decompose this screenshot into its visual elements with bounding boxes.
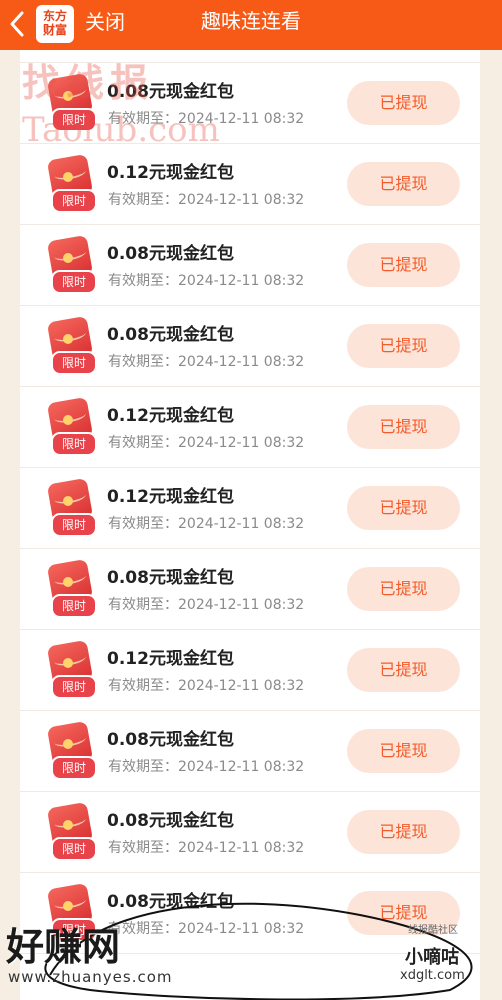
envelope-coin [63, 577, 73, 587]
limited-time-tag: 限时 [51, 756, 97, 780]
envelope-coin [63, 901, 73, 911]
envelope-coin [63, 334, 73, 344]
reward-amount: 0.12元现金红包 [107, 487, 234, 507]
red-envelope-icon: 限时 [46, 882, 97, 942]
withdrawn-button[interactable]: 已提现 [347, 486, 460, 530]
reward-amount: 0.08元现金红包 [107, 892, 234, 912]
envelope-coin [63, 172, 73, 182]
top-bar: 东方 财富 关闭 趣味连连看 [0, 0, 502, 50]
withdrawn-button[interactable]: 已提现 [347, 81, 460, 125]
red-envelope-icon: 限时 [46, 639, 97, 699]
reward-amount: 0.08元现金红包 [107, 811, 234, 831]
reward-row: 限时 0.08元现金红包有效期至：2024-12-11 08:32 已提现 [20, 306, 480, 387]
reward-amount: 0.08元现金红包 [107, 244, 234, 264]
reward-amount: 0.08元现金红包 [107, 568, 234, 588]
reward-row: 限时 0.08元现金红包有效期至：2024-12-11 08:32 已提现 [20, 225, 480, 306]
reward-row: 限时 0.12元现金红包有效期至：2024-12-11 08:32 已提现 [20, 468, 480, 549]
reward-amount: 0.08元现金红包 [107, 730, 234, 750]
limited-time-tag: 限时 [51, 837, 97, 861]
envelope-coin [63, 91, 73, 101]
limited-time-tag: 限时 [51, 189, 97, 213]
withdrawn-button[interactable]: 已提现 [347, 810, 460, 854]
reward-expiry: 有效期至：2024-12-11 08:32 [108, 840, 305, 856]
withdrawn-button[interactable]: 已提现 [347, 729, 460, 773]
red-envelope-icon: 限时 [46, 234, 97, 294]
withdrawn-button[interactable]: 已提现 [347, 405, 460, 449]
red-envelope-icon: 限时 [46, 396, 97, 456]
envelope-coin [63, 739, 73, 749]
reward-expiry: 有效期至：2024-12-11 08:32 [108, 273, 305, 289]
reward-amount: 0.08元现金红包 [107, 325, 234, 345]
limited-time-tag: 限时 [51, 351, 97, 375]
envelope-coin [63, 496, 73, 506]
limited-time-tag: 限时 [51, 513, 97, 537]
reward-expiry: 有效期至：2024-12-11 08:32 [108, 921, 305, 937]
reward-row: 限时 0.08元现金红包有效期至：2024-12-11 08:32 已提现 [20, 549, 480, 630]
withdrawn-button[interactable]: 已提现 [347, 567, 460, 611]
red-envelope-icon: 限时 [46, 558, 97, 618]
red-envelope-icon: 限时 [46, 153, 97, 213]
reward-expiry: 有效期至：2024-12-11 08:32 [108, 678, 305, 694]
reward-amount: 0.08元现金红包 [107, 82, 234, 102]
reward-amount: 0.12元现金红包 [107, 406, 234, 426]
envelope-coin [63, 415, 73, 425]
red-envelope-icon: 限时 [46, 801, 97, 861]
red-envelope-icon: 限时 [46, 315, 97, 375]
reward-expiry: 有效期至：2024-12-11 08:32 [108, 435, 305, 451]
reward-expiry: 有效期至：2024-12-11 08:32 [108, 354, 305, 370]
reward-row: 限时 0.08元现金红包有效期至：2024-12-11 08:32 已提现 [20, 873, 480, 954]
withdrawn-button[interactable]: 已提现 [347, 243, 460, 287]
red-envelope-icon: 限时 [46, 720, 97, 780]
reward-row: 限时 0.12元现金红包有效期至：2024-12-11 08:32 已提现 [20, 144, 480, 225]
reward-expiry: 有效期至：2024-12-11 08:32 [108, 192, 305, 208]
envelope-coin [63, 658, 73, 668]
reward-expiry: 有效期至：2024-12-11 08:32 [108, 759, 305, 775]
envelope-coin [63, 820, 73, 830]
reward-row: 限时 0.12元现金红包有效期至：2024-12-11 08:32 已提现 [20, 630, 480, 711]
reward-row: 限时 0.12元现金红包有效期至：2024-12-11 08:32 已提现 [20, 387, 480, 468]
red-envelope-icon: 限时 [46, 477, 97, 537]
reward-row: 限时 0.08元现金红包有效期至：2024-12-11 08:32 已提现 [20, 63, 480, 144]
limited-time-tag: 限时 [51, 108, 97, 132]
reward-row: 限时 0.08元现金红包有效期至：2024-12-11 08:32 已提现 [20, 711, 480, 792]
reward-expiry: 有效期至：2024-12-11 08:32 [108, 111, 305, 127]
limited-time-tag: 限时 [51, 675, 97, 699]
withdrawn-button[interactable]: 已提现 [347, 324, 460, 368]
reward-list-card: 限时有效期至：2024-12-11 08:32已提现限时0.08元现金红包有效期… [20, 0, 480, 1000]
envelope-coin [63, 253, 73, 263]
reward-amount: 0.12元现金红包 [107, 649, 234, 669]
withdrawn-button[interactable]: 已提现 [347, 891, 460, 935]
limited-time-tag: 限时 [51, 918, 97, 942]
red-envelope-icon: 限时 [46, 72, 97, 132]
app-root: 东方 财富 关闭 趣味连连看 限时有效期至：2024-12-11 08:32已提… [0, 0, 502, 1000]
reward-list: 限时有效期至：2024-12-11 08:32已提现限时0.08元现金红包有效期… [20, 0, 480, 954]
page-title: 趣味连连看 [201, 9, 301, 33]
limited-time-tag: 限时 [51, 270, 97, 294]
limited-time-tag: 限时 [51, 432, 97, 456]
reward-expiry: 有效期至：2024-12-11 08:32 [108, 516, 305, 532]
withdrawn-button[interactable]: 已提现 [347, 162, 460, 206]
limited-time-tag: 限时 [51, 594, 97, 618]
reward-expiry: 有效期至：2024-12-11 08:32 [108, 597, 305, 613]
reward-row: 限时 0.08元现金红包有效期至：2024-12-11 08:32 已提现 [20, 792, 480, 873]
reward-amount: 0.12元现金红包 [107, 163, 234, 183]
withdrawn-button[interactable]: 已提现 [347, 648, 460, 692]
